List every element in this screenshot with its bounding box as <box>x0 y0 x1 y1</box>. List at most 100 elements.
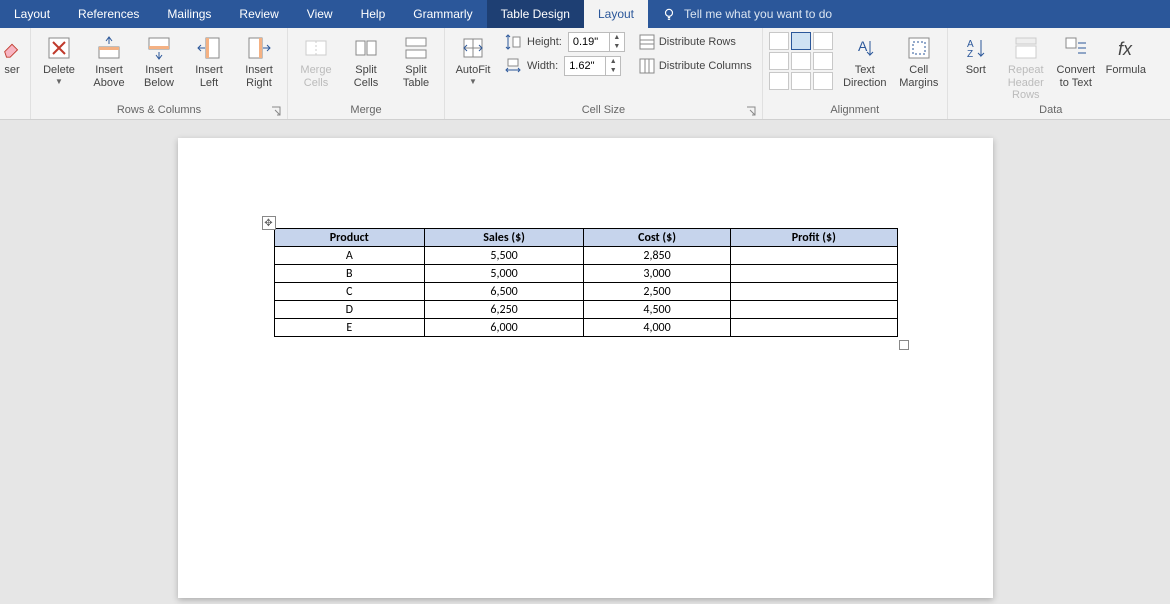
spin-down[interactable]: ▼ <box>606 66 620 75</box>
table-resize-handle[interactable] <box>899 340 909 350</box>
svg-text:Z: Z <box>967 49 973 60</box>
table-cell[interactable]: 2,850 <box>584 247 731 265</box>
table-cell[interactable]: 4,500 <box>584 301 731 319</box>
table-cell[interactable]: 5,000 <box>425 265 584 283</box>
table-cell[interactable] <box>731 283 897 301</box>
spin-up[interactable]: ▲ <box>610 33 624 42</box>
data-table[interactable]: Product Sales ($) Cost ($) Profit ($) A5… <box>274 228 898 337</box>
tab-grammarly[interactable]: Grammarly <box>399 0 486 28</box>
dialog-launcher-icon[interactable] <box>746 106 756 116</box>
align-top-right[interactable] <box>813 32 833 50</box>
formula-button[interactable]: fx Formula <box>1104 32 1148 77</box>
cell-margins-icon <box>905 34 933 62</box>
svg-text:fx: fx <box>1118 39 1133 59</box>
table-cell[interactable]: 6,250 <box>425 301 584 319</box>
tell-me-search[interactable]: Tell me what you want to do <box>648 0 846 28</box>
document-page[interactable]: ✥ Product Sales ($) Cost ($) Profit ($) … <box>178 138 993 598</box>
spin-up[interactable]: ▲ <box>606 57 620 66</box>
align-mid-center[interactable] <box>791 52 811 70</box>
convert-text-icon <box>1062 34 1090 62</box>
table-row[interactable]: D6,2504,500 <box>274 301 897 319</box>
tab-table-design[interactable]: Table Design <box>487 0 584 28</box>
tab-references[interactable]: References <box>64 0 153 28</box>
convert-to-text-button[interactable]: Convert to Text <box>1054 32 1098 89</box>
group-merge: Merge <box>294 102 438 119</box>
eraser-button[interactable]: ser <box>0 32 24 77</box>
insert-left-button[interactable]: Insert Left <box>187 32 231 89</box>
table-cell[interactable]: D <box>274 301 425 319</box>
tab-review[interactable]: Review <box>225 0 292 28</box>
table-cell[interactable] <box>731 265 897 283</box>
formula-icon: fx <box>1112 34 1140 62</box>
text-direction-button[interactable]: A Text Direction <box>843 32 887 89</box>
group-data: Data <box>954 102 1148 119</box>
table-cell[interactable]: 2,500 <box>584 283 731 301</box>
table-row[interactable]: A5,5002,850 <box>274 247 897 265</box>
align-bot-center[interactable] <box>791 72 811 90</box>
delete-button[interactable]: Delete ▼ <box>37 32 81 86</box>
table-cell[interactable]: 3,000 <box>584 265 731 283</box>
table-cell[interactable]: E <box>274 319 425 337</box>
dialog-launcher-icon[interactable] <box>271 106 281 116</box>
split-cells-icon <box>352 34 380 62</box>
width-label: Width: <box>527 60 558 72</box>
table-row[interactable]: E6,0004,000 <box>274 319 897 337</box>
cell-margins-button[interactable]: Cell Margins <box>897 32 941 89</box>
split-cells-button[interactable]: Split Cells <box>344 32 388 89</box>
tab-view[interactable]: View <box>293 0 347 28</box>
table-cell[interactable] <box>731 301 897 319</box>
table-cell[interactable]: 4,000 <box>584 319 731 337</box>
table-cell[interactable] <box>731 247 897 265</box>
repeat-header-button: Repeat Header Rows <box>1004 32 1048 102</box>
align-top-center[interactable] <box>791 32 811 50</box>
align-mid-right[interactable] <box>813 52 833 70</box>
repeat-header-icon <box>1012 34 1040 62</box>
col-width-icon <box>505 58 521 74</box>
insert-right-button[interactable]: Insert Right <box>237 32 281 89</box>
distribute-rows-button[interactable]: Distribute Rows <box>635 32 756 52</box>
insert-below-button[interactable]: Insert Below <box>137 32 181 89</box>
table-header[interactable]: Sales ($) <box>425 229 584 247</box>
chevron-down-icon: ▼ <box>469 77 477 86</box>
tab-mailings[interactable]: Mailings <box>153 0 225 28</box>
table-cell[interactable]: 6,000 <box>425 319 584 337</box>
row-height-icon <box>505 34 521 50</box>
split-table-icon <box>402 34 430 62</box>
table-move-handle[interactable]: ✥ <box>262 216 276 230</box>
height-spinner[interactable]: ▲▼ <box>568 32 625 52</box>
group-cell-size: Cell Size <box>451 102 756 119</box>
table-header[interactable]: Cost ($) <box>584 229 731 247</box>
ribbon-tabstrip: Layout References Mailings Review View H… <box>0 0 1170 28</box>
table-header[interactable]: Product <box>274 229 425 247</box>
table-row[interactable]: B5,0003,000 <box>274 265 897 283</box>
table-cell[interactable]: 5,500 <box>425 247 584 265</box>
split-table-button[interactable]: Split Table <box>394 32 438 89</box>
insert-right-icon <box>245 34 273 62</box>
table-cell[interactable]: C <box>274 283 425 301</box>
align-bot-right[interactable] <box>813 72 833 90</box>
align-top-left[interactable] <box>769 32 789 50</box>
width-spinner[interactable]: ▲▼ <box>564 56 621 76</box>
table-row[interactable]: C6,5002,500 <box>274 283 897 301</box>
lightbulb-icon <box>662 7 676 21</box>
tab-layout[interactable]: Layout <box>0 0 64 28</box>
align-mid-left[interactable] <box>769 52 789 70</box>
tab-table-layout[interactable]: Layout <box>584 0 648 28</box>
table-cell[interactable]: 6,500 <box>425 283 584 301</box>
autofit-button[interactable]: AutoFit ▼ <box>451 32 495 86</box>
align-bot-left[interactable] <box>769 72 789 90</box>
table-cell[interactable]: A <box>274 247 425 265</box>
group-alignment: Alignment <box>769 102 941 119</box>
tab-help[interactable]: Help <box>347 0 400 28</box>
merge-cells-button: Merge Cells <box>294 32 338 89</box>
table-cell[interactable]: B <box>274 265 425 283</box>
sort-button[interactable]: AZ Sort <box>954 32 998 77</box>
table-header[interactable]: Profit ($) <box>731 229 897 247</box>
width-input[interactable] <box>565 60 605 72</box>
insert-above-button[interactable]: Insert Above <box>87 32 131 89</box>
distribute-columns-button[interactable]: Distribute Columns <box>635 56 756 76</box>
height-input[interactable] <box>569 36 609 48</box>
alignment-grid <box>769 32 833 90</box>
table-cell[interactable] <box>731 319 897 337</box>
spin-down[interactable]: ▼ <box>610 42 624 51</box>
